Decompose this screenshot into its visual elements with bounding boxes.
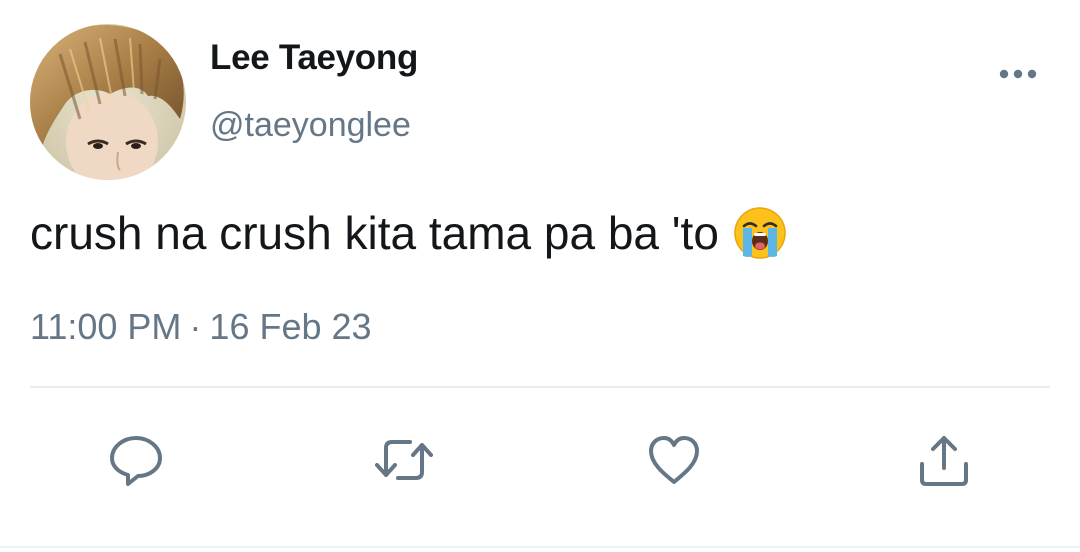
meta-separator: ·: [189, 306, 202, 347]
tweet-date: 16 Feb 23: [209, 306, 372, 347]
loudly-crying-face-emoji-icon: [733, 206, 787, 260]
share-upload-icon: [920, 436, 968, 486]
speech-bubble-icon: [110, 436, 162, 486]
heart-icon: [649, 436, 699, 484]
tweet-card: Lee Taeyong @taeyonglee crush na crush k…: [0, 0, 1080, 552]
ellipsis-icon: [999, 69, 1037, 79]
retweet-arrows-icon: [375, 440, 433, 480]
like-button[interactable]: [642, 428, 706, 492]
tweet-timestamp[interactable]: 11:00 PM · 16 Feb 23: [30, 306, 372, 348]
more-options-button[interactable]: [994, 58, 1042, 90]
bottom-border: [0, 546, 1080, 548]
display-name[interactable]: Lee Taeyong: [210, 38, 418, 78]
profile-photo-icon: [30, 24, 186, 180]
action-bar: [0, 400, 1080, 530]
tweet-body: crush na crush kita tama pa ba 'to: [30, 207, 719, 259]
tweet-time: 11:00 PM: [30, 306, 182, 347]
avatar[interactable]: [30, 24, 186, 180]
tweet-text: crush na crush kita tama pa ba 'to: [30, 206, 787, 260]
share-button[interactable]: [912, 428, 976, 492]
divider: [30, 386, 1050, 388]
reply-button[interactable]: [104, 428, 168, 492]
user-handle[interactable]: @taeyonglee: [210, 106, 411, 145]
retweet-button[interactable]: [372, 428, 436, 492]
